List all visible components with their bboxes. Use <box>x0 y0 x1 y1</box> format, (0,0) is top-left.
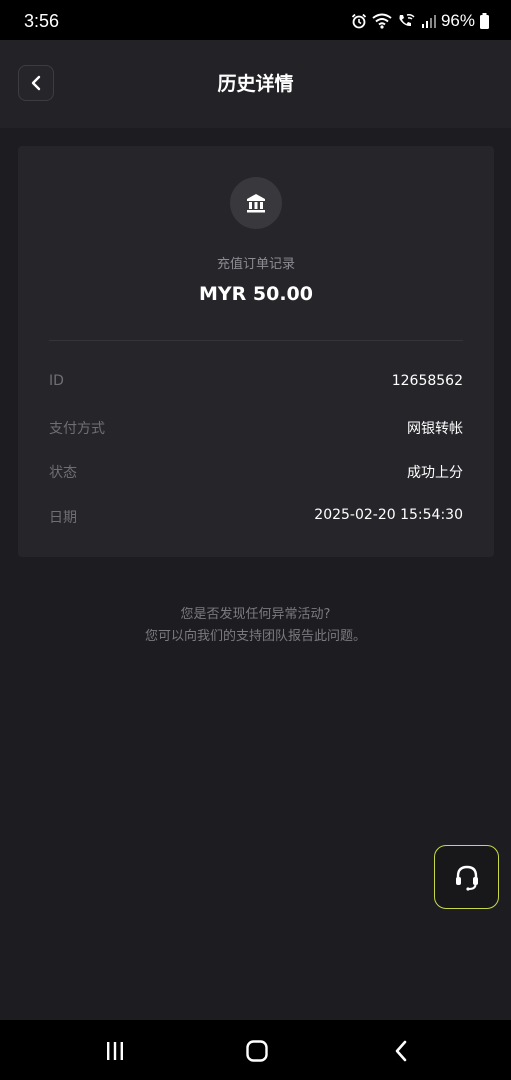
wifi-call-icon <box>399 14 415 27</box>
status-time: 3:56 <box>24 11 60 31</box>
support-button[interactable] <box>434 845 499 909</box>
detail-card: 充值订单记录 MYR 50.00 ID 12658562 支付方式 网银转帐 状… <box>18 146 494 557</box>
headset-icon <box>455 865 478 891</box>
home-icon <box>246 1040 268 1062</box>
row-value: 网银转帐 <box>407 421 463 437</box>
detail-row-date: 日期 2025-02-20 15:54:30 <box>49 507 463 527</box>
recent-apps-icon <box>107 1042 123 1060</box>
battery-icon <box>480 13 489 29</box>
bank-icon-badge <box>230 177 282 229</box>
signal-icon <box>421 15 436 28</box>
battery-percent: 96% <box>440 11 475 30</box>
row-value: 12658562 <box>391 373 463 389</box>
wifi-icon <box>372 13 392 29</box>
row-value: 2025-02-20 15:54:30 <box>314 507 463 523</box>
detail-row-id: ID 12658562 <box>49 373 463 393</box>
row-label: 状态 <box>49 465 77 481</box>
page-title: 历史详情 <box>217 73 294 95</box>
row-label: 日期 <box>49 510 77 526</box>
help-text-line1: 您是否发现任何异常活动? <box>180 607 331 622</box>
system-back-button[interactable] <box>386 1038 416 1064</box>
amount: MYR 50.00 <box>198 283 313 305</box>
bank-icon <box>247 194 265 213</box>
row-value: 成功上分 <box>407 465 463 481</box>
status-icons: 96% <box>351 11 489 31</box>
detail-row-status: 状态 成功上分 <box>49 462 463 482</box>
detail-row-payment-method: 支付方式 网银转帐 <box>49 418 463 438</box>
record-title: 充值订单记录 <box>216 257 295 272</box>
row-label: 支付方式 <box>49 421 105 437</box>
status-bar: 3:56 96% <box>0 0 511 40</box>
home-button[interactable] <box>242 1038 272 1064</box>
header: 历史详情 <box>0 40 511 128</box>
divider <box>49 340 463 341</box>
back-arrow-icon <box>395 1040 407 1062</box>
system-nav-bar <box>0 1020 511 1080</box>
help-text: 您是否发现任何异常活动? 您可以向我们的支持团队报告此问题。 <box>0 604 511 648</box>
row-label: ID <box>49 373 64 389</box>
recent-apps-button[interactable] <box>100 1038 130 1064</box>
help-text-line2: 您可以向我们的支持团队报告此问题。 <box>144 629 366 644</box>
alarm-icon <box>351 13 367 29</box>
